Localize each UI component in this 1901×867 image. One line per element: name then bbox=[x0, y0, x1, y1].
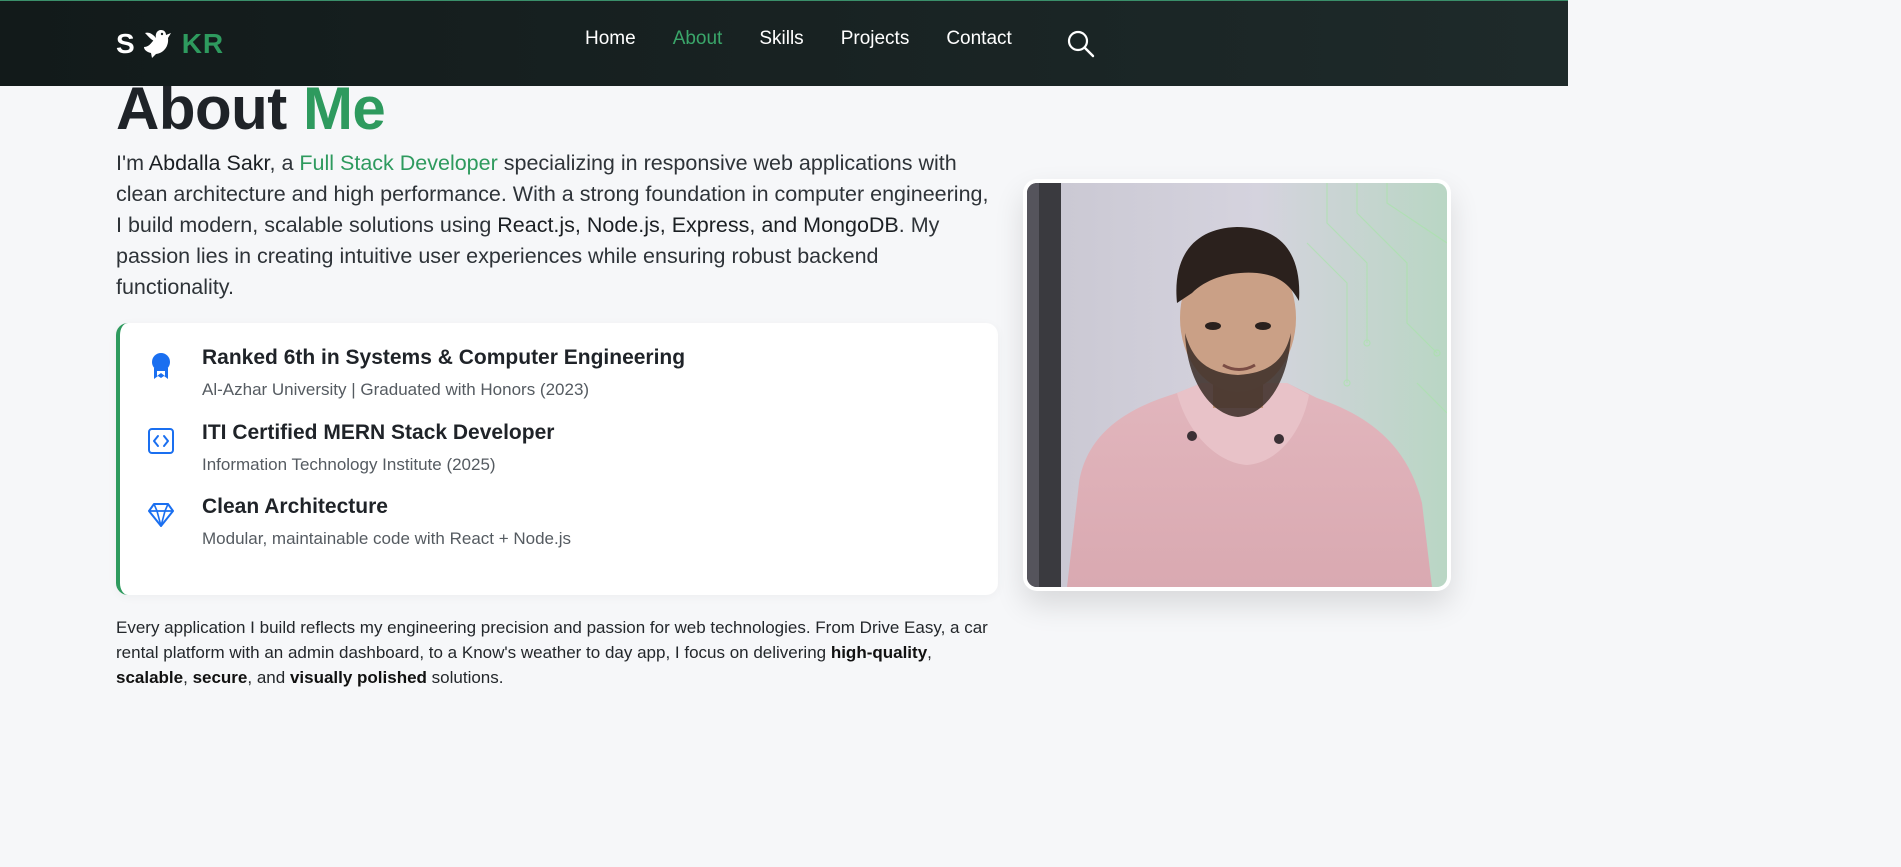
highlight-item: Ranked 6th in Systems & Computer Enginee… bbox=[144, 345, 998, 420]
intro-text-2: , a bbox=[269, 151, 300, 175]
outro-bold-1: high-quality bbox=[830, 643, 928, 662]
logo-letters-kr: KR bbox=[181, 28, 225, 59]
outro-text-2: solutions. bbox=[426, 668, 504, 687]
outro-sep-2: , bbox=[183, 668, 193, 687]
outro-sep-1: , bbox=[927, 643, 932, 662]
intro-role: Full Stack Developer bbox=[299, 151, 498, 175]
award-icon bbox=[144, 349, 178, 383]
navbar: S KR Home About Skills Projects Contact bbox=[0, 0, 1568, 86]
outro-bold-2: scalable bbox=[116, 668, 184, 687]
intro-name: Abdalla Sakr bbox=[148, 151, 270, 175]
intro-paragraph: I'm Abdalla Sakr, a Full Stack Developer… bbox=[116, 148, 996, 303]
intro-text-1: I'm bbox=[116, 151, 149, 175]
nav-about[interactable]: About bbox=[673, 27, 723, 51]
highlight-text: Clean Architecture Modular, maintainable… bbox=[202, 494, 571, 550]
logo[interactable]: S KR bbox=[116, 27, 224, 61]
intro-stack: React.js, Node.js, Express, and MongoDB bbox=[497, 213, 899, 237]
profile-photo bbox=[1027, 183, 1447, 587]
nav-skills[interactable]: Skills bbox=[759, 27, 803, 51]
nav-contact[interactable]: Contact bbox=[946, 27, 1011, 51]
highlight-subtitle: Modular, maintainable code with React + … bbox=[202, 529, 572, 548]
highlight-subtitle: Information Technology Institute (2025) bbox=[202, 454, 496, 474]
highlight-text: Ranked 6th in Systems & Computer Enginee… bbox=[202, 345, 685, 401]
outro-paragraph: Every application I build reflects my en… bbox=[116, 615, 1006, 690]
dove-icon bbox=[142, 29, 176, 59]
highlight-item: Clean Architecture Modular, maintainable… bbox=[144, 494, 998, 569]
highlight-subtitle: Al-Azhar University | Graduated with Hon… bbox=[202, 380, 590, 399]
logo-letter-s: S bbox=[116, 28, 136, 59]
about-section: About Me I'm Abdalla Sakr, a Full Stack … bbox=[116, 78, 998, 595]
nav-menu: Home About Skills Projects Contact bbox=[585, 27, 1012, 51]
outro-bold-4: visually polished bbox=[289, 668, 427, 687]
outro-bold-3: secure bbox=[192, 668, 248, 687]
nav-projects[interactable]: Projects bbox=[841, 27, 910, 51]
outro-sep-3: , and bbox=[247, 668, 290, 687]
nav-home[interactable]: Home bbox=[585, 27, 636, 51]
code-icon bbox=[144, 424, 178, 458]
profile-photo-frame bbox=[1023, 179, 1451, 591]
page-title: About Me bbox=[116, 78, 996, 140]
search-icon[interactable] bbox=[1066, 29, 1096, 59]
highlight-title: Ranked 6th in Systems & Computer Enginee… bbox=[202, 346, 686, 369]
highlight-text: ITI Certified MERN Stack Developer Infor… bbox=[202, 420, 554, 476]
diamond-icon bbox=[144, 498, 178, 532]
highlight-title: Clean Architecture bbox=[202, 495, 388, 518]
highlight-title: ITI Certified MERN Stack Developer bbox=[202, 420, 555, 444]
highlight-item: ITI Certified MERN Stack Developer Infor… bbox=[144, 420, 998, 495]
highlights-card: Ranked 6th in Systems & Computer Enginee… bbox=[116, 323, 998, 595]
